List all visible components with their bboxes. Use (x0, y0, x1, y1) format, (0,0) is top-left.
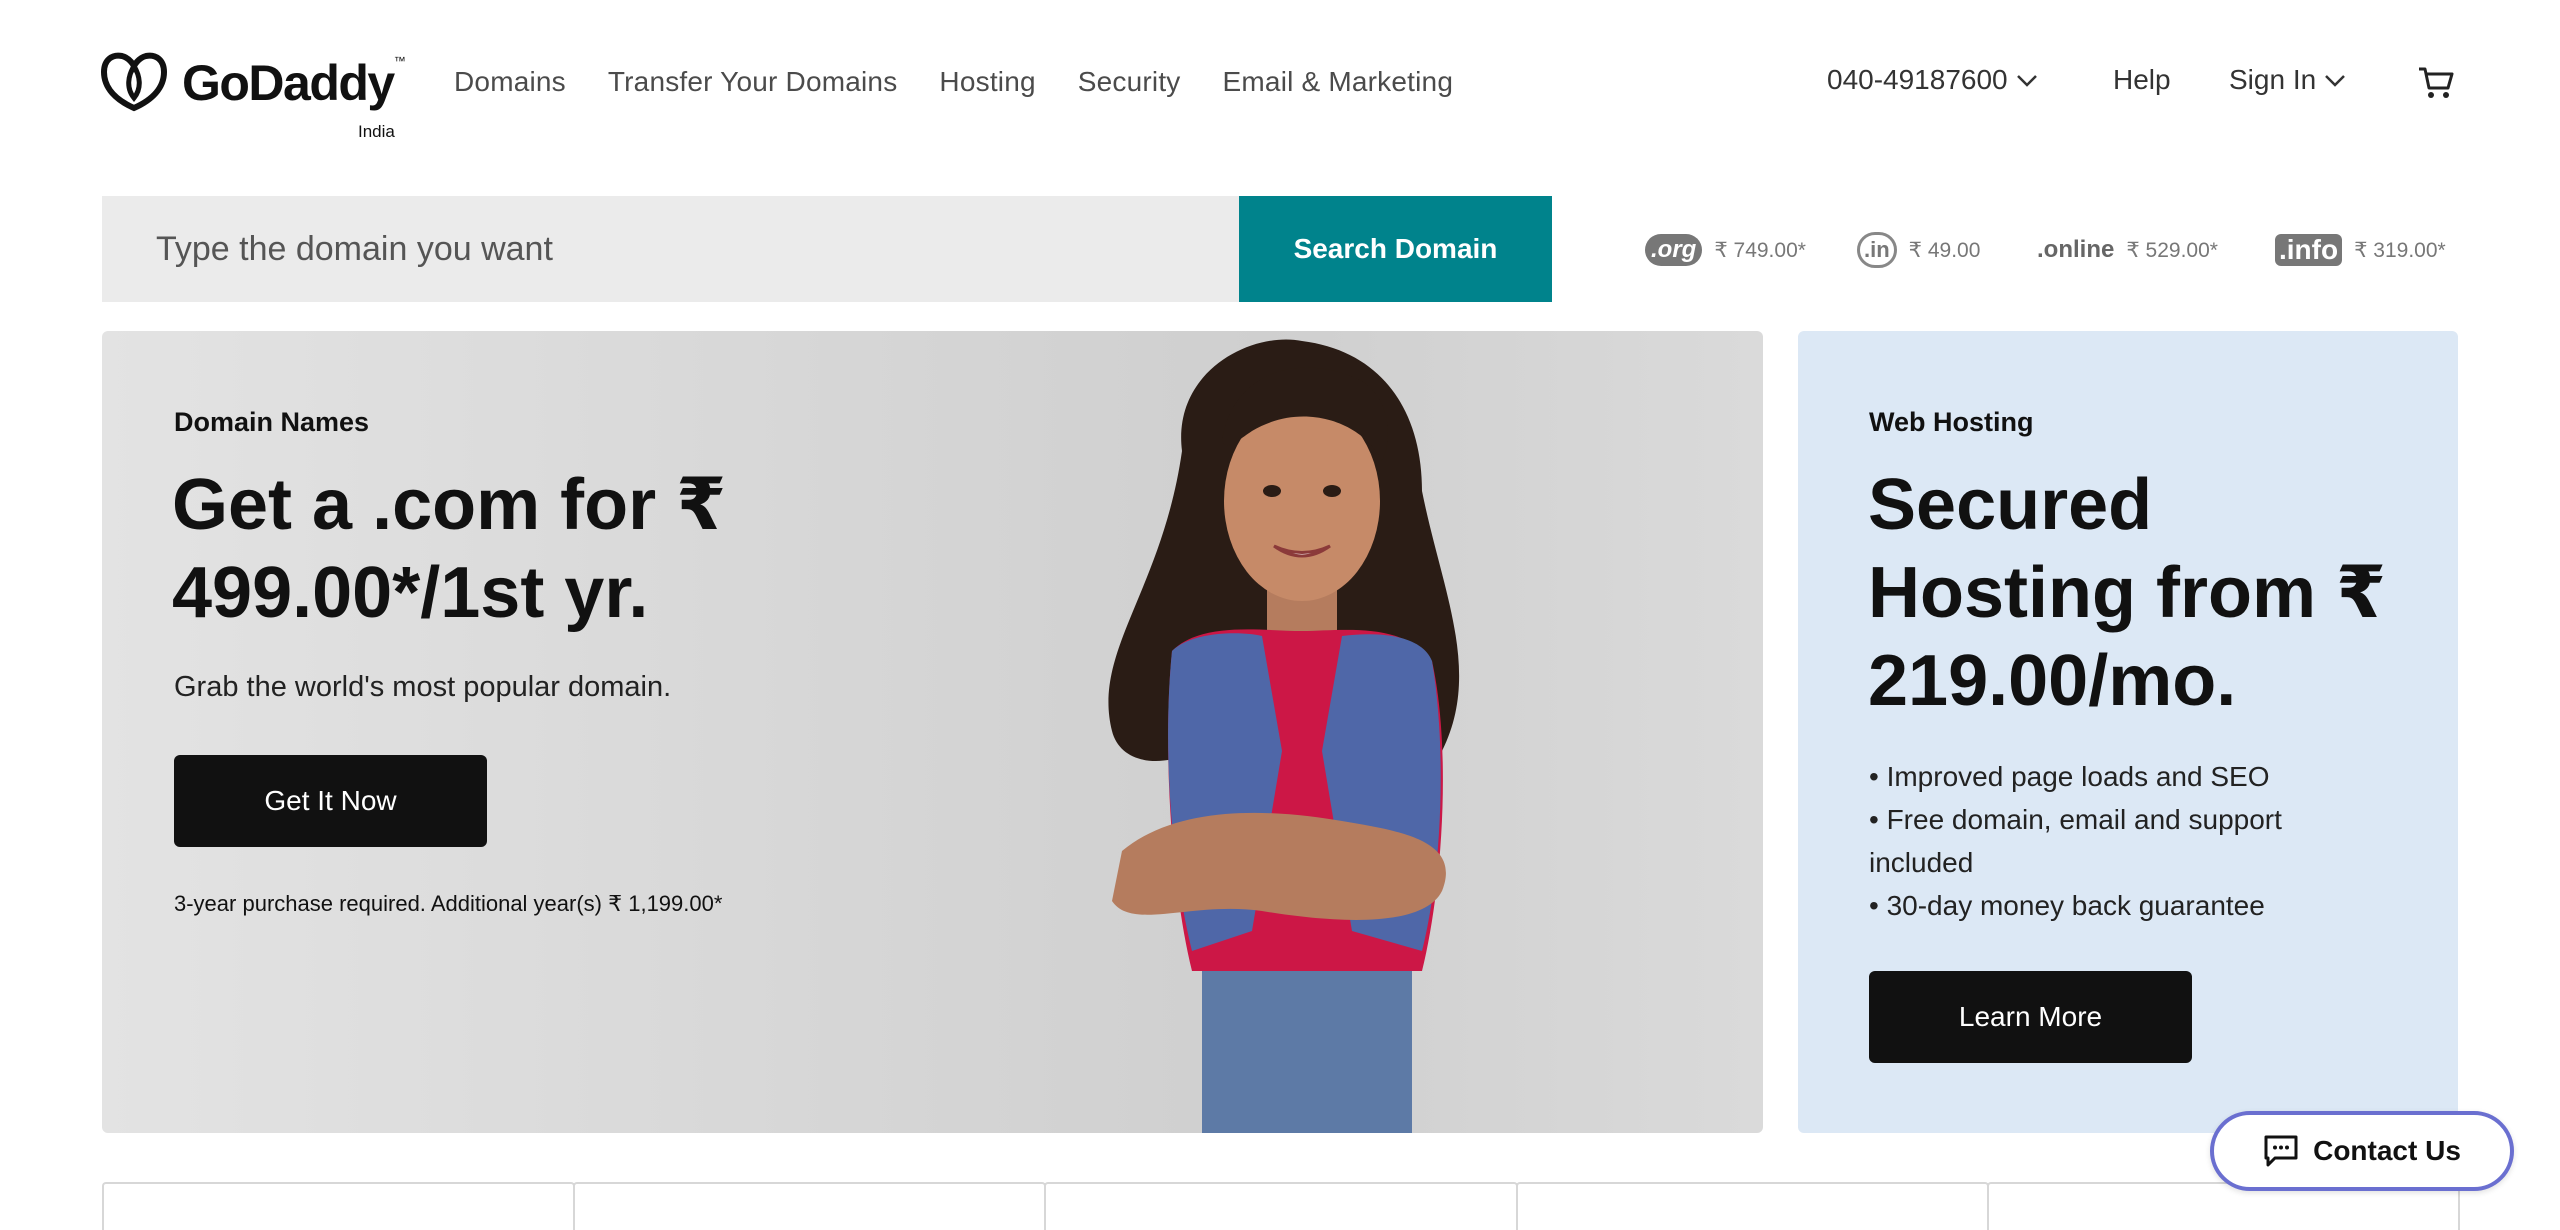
nav-hosting[interactable]: Hosting (939, 66, 1035, 98)
tld-online[interactable]: .online ₹ 529.00* (2037, 228, 2218, 272)
get-it-now-button[interactable]: Get It Now (174, 755, 487, 847)
learn-more-button[interactable]: Learn More (1869, 971, 2192, 1063)
cart-icon[interactable] (2416, 64, 2456, 100)
woman-photo (1108, 339, 1460, 1133)
hero-kicker: Domain Names (174, 407, 370, 437)
hosting-title: Secured Hosting from ₹ 219.00/mo. (1868, 465, 2387, 721)
hero-disclaimer: 3-year purchase required. Additional yea… (174, 891, 723, 916)
hosting-feature-item: • Improved page loads and SEO (1869, 761, 2270, 792)
chat-icon (2264, 1135, 2298, 1167)
contact-us-button[interactable]: Contact Us (2210, 1111, 2514, 1191)
nav-transfer[interactable]: Transfer Your Domains (608, 66, 898, 98)
domain-promo-banner: Domain Names Get a .com for ₹ 499.00*/1s… (102, 331, 1763, 1133)
tld-info-logo: .info (2275, 234, 2343, 266)
hero-subtitle: Grab the world's most popular domain. (174, 671, 672, 703)
hero-title: Get a .com for ₹ 499.00*/1st yr. (172, 465, 727, 633)
domain-search-input[interactable] (156, 229, 1240, 269)
nav-email-marketing[interactable]: Email & Marketing (1223, 66, 1454, 98)
hosting-feature-list: • Improved page loads and SEO • Free dom… (1869, 755, 2389, 927)
help-label: Help (2113, 64, 2171, 95)
hosting-feature-item: • 30-day money back guarantee (1869, 890, 2265, 921)
phone-number: 040-49187600 (1827, 64, 2008, 95)
help-link[interactable]: Help (2113, 64, 2171, 96)
tld-online-price: ₹ 529.00* (2126, 238, 2218, 262)
site-header: GoDaddy™ India Domains Transfer Your Dom… (0, 0, 2560, 170)
main-nav: Domains Transfer Your Domains Hosting Se… (454, 66, 1495, 98)
sign-in-label: Sign In (2229, 64, 2317, 95)
nav-domains[interactable]: Domains (454, 66, 566, 98)
tld-info[interactable]: .info ₹ 319.00* (2275, 228, 2446, 272)
tld-in-price: ₹ 49.00 (1908, 238, 1981, 262)
tld-org[interactable]: .org ₹ 749.00* (1645, 228, 1806, 272)
phone-dropdown[interactable]: 040-49187600 (1827, 64, 2040, 96)
chevron-down-icon (2016, 75, 2037, 87)
contact-us-label: Contact Us (2313, 1135, 2461, 1166)
tld-org-price: ₹ 749.00* (1714, 238, 1806, 262)
tld-in[interactable]: .in ₹ 49.00 (1857, 228, 1980, 272)
godaddy-logo[interactable]: GoDaddy™ India (100, 50, 406, 145)
logo-country: India (358, 122, 395, 141)
feature-tile[interactable] (1515, 1182, 1989, 1230)
hosting-kicker: Web Hosting (1869, 407, 2034, 437)
search-domain-button[interactable]: Search Domain (1239, 196, 1552, 302)
sign-in-dropdown[interactable]: Sign In (2229, 64, 2348, 96)
logo-wordmark: GoDaddy™ (182, 54, 406, 111)
godaddy-logo-icon (100, 52, 168, 112)
domain-search-box (102, 196, 1240, 302)
feature-tile[interactable] (573, 1182, 1047, 1230)
feature-tile[interactable] (1044, 1182, 1518, 1230)
tld-in-logo: .in (1857, 232, 1897, 268)
tld-org-logo: .org (1645, 234, 1703, 266)
tld-info-price: ₹ 319.00* (2354, 238, 2446, 262)
hosting-feature-item: • Free domain, email and support include… (1869, 804, 2282, 878)
feature-tile[interactable] (102, 1182, 576, 1230)
feature-tiles-row (102, 1182, 2461, 1230)
nav-security[interactable]: Security (1078, 66, 1181, 98)
tld-online-logo: .online (2037, 236, 2115, 263)
hosting-promo-card: Web Hosting Secured Hosting from ₹ 219.0… (1798, 331, 2458, 1133)
chevron-down-icon (2325, 75, 2346, 87)
